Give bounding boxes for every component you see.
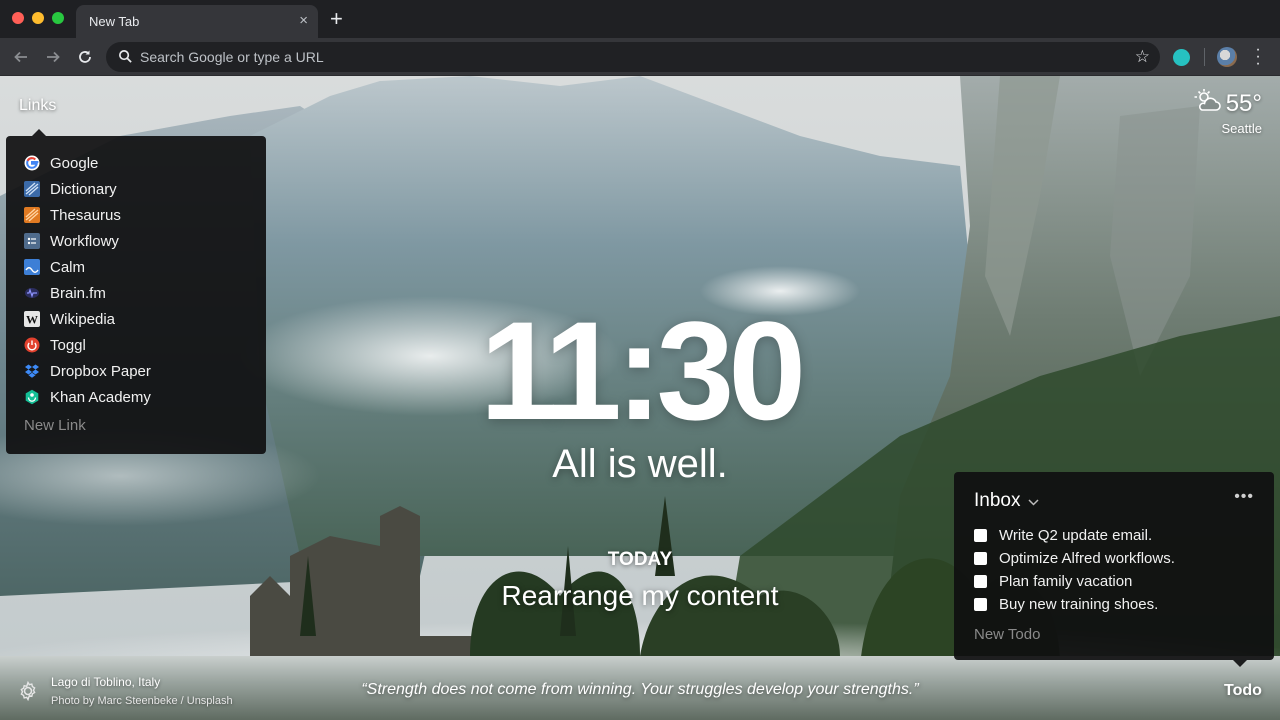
todo-text: Write Q2 update email. (999, 527, 1153, 544)
links-toggle[interactable]: Links (19, 97, 56, 115)
weather-temperature: 55° (1225, 89, 1262, 117)
workflowy-icon (24, 233, 40, 249)
tab-title: New Tab (89, 14, 140, 29)
weather-widget[interactable]: 55° Seattle (1194, 88, 1262, 136)
link-label: Dictionary (50, 180, 117, 198)
search-icon (118, 49, 133, 69)
partly-cloudy-icon (1194, 88, 1222, 119)
daily-quote[interactable]: “Strength does not come from winning. Yo… (0, 681, 1280, 699)
omnibox[interactable]: ☆ (106, 42, 1160, 72)
link-thesaurus[interactable]: Thesaurus (24, 203, 121, 227)
chevron-down-icon (1028, 490, 1040, 512)
todo-item[interactable]: Write Q2 update email. (974, 527, 1152, 544)
dictionary-icon (24, 181, 40, 197)
google-icon (24, 155, 40, 171)
more-horizontal-icon[interactable]: ••• (1234, 488, 1254, 506)
link-dictionary[interactable]: Dictionary (24, 177, 117, 201)
new-todo-input[interactable]: New Todo (974, 626, 1040, 643)
minimize-window-button[interactable] (32, 12, 44, 24)
todo-list-selector[interactable]: Inbox (974, 490, 1040, 512)
link-label: Google (50, 154, 99, 172)
calm-icon (24, 259, 40, 275)
todo-panel: Inbox ••• Write Q2 update email. Optimiz… (954, 472, 1274, 667)
todo-text: Plan family vacation (999, 573, 1133, 590)
todo-item[interactable]: Optimize Alfred workflows. (974, 550, 1175, 567)
extension-icon[interactable] (1173, 49, 1190, 66)
close-icon[interactable]: × (299, 12, 308, 29)
more-vertical-icon[interactable]: · · · (1254, 42, 1262, 72)
todo-checkbox[interactable] (974, 552, 987, 565)
forward-icon[interactable] (42, 46, 64, 68)
browser-toolbar: ☆ ··· (0, 38, 1280, 76)
link-label: Calm (50, 258, 86, 276)
todo-checkbox[interactable] (974, 575, 987, 588)
new-tab-button[interactable]: + (330, 8, 343, 30)
todo-item[interactable]: Plan family vacation (974, 573, 1132, 590)
link-calm[interactable]: Calm (24, 255, 85, 279)
todo-checkbox[interactable] (974, 598, 987, 611)
zoom-window-button[interactable] (52, 12, 64, 24)
link-label: Thesaurus (50, 206, 121, 224)
todo-checkbox[interactable] (974, 529, 987, 542)
weather-city: Seattle (1221, 121, 1262, 136)
clock: 11:30 (479, 292, 806, 449)
todo-item[interactable]: Buy new training shoes. (974, 596, 1158, 613)
thesaurus-icon (24, 207, 40, 223)
reload-icon[interactable] (74, 46, 96, 68)
tab-new-tab[interactable]: New Tab × (76, 5, 318, 38)
link-label: Workflowy (50, 232, 119, 250)
bookmark-star-icon[interactable]: ☆ (1135, 47, 1150, 67)
todo-list-name: Inbox (974, 490, 1021, 511)
link-google[interactable]: Google (24, 151, 98, 175)
close-window-button[interactable] (12, 12, 24, 24)
avatar[interactable] (1217, 47, 1237, 67)
toolbar-divider (1204, 48, 1205, 66)
todo-text: Optimize Alfred workflows. (999, 550, 1175, 567)
todo-text: Buy new training shoes. (999, 596, 1159, 613)
tab-strip: New Tab × + (0, 0, 1280, 38)
omnibox-input[interactable] (140, 42, 1120, 72)
back-icon[interactable] (10, 46, 32, 68)
link-workflowy[interactable]: Workflowy (24, 229, 119, 253)
